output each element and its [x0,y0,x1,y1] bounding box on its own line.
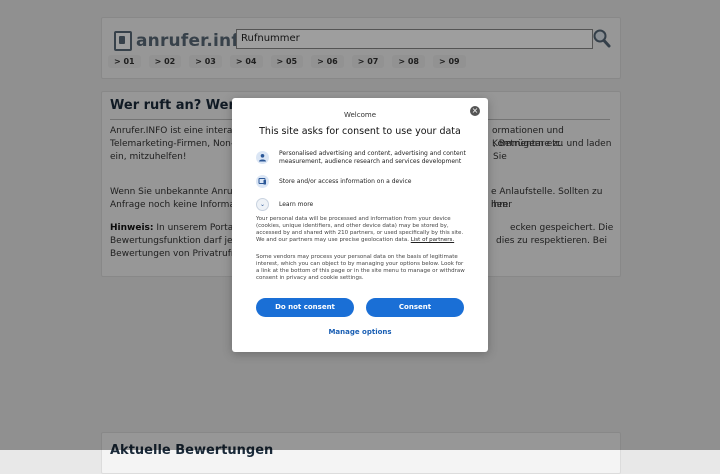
device-icon [256,175,269,188]
do-not-consent-button[interactable]: Do not consent [256,298,354,317]
list-of-partners-link[interactable]: List of partners. [411,237,454,243]
purpose-advertising: Personalised advertising and content, ad… [256,150,469,165]
consent-welcome-label: Welcome [343,111,377,119]
legitimate-interest-paragraph: Some vendors may process your personal d… [256,254,465,281]
consent-info-paragraph: Your personal data will be processed and… [256,216,464,243]
consent-button[interactable]: Consent [366,298,464,317]
chevron-down-icon: ⌄ [256,198,269,211]
consent-dialog: × Welcome This site asks for consent to … [232,98,488,352]
learn-more-toggle[interactable]: ⌄ Learn more [256,198,313,211]
consent-title: This site asks for consent to use your d… [259,126,461,137]
person-icon [256,151,269,164]
manage-options-button[interactable]: Manage options [232,328,488,336]
purpose-device-storage: Store and/or access information on a dev… [256,175,469,188]
